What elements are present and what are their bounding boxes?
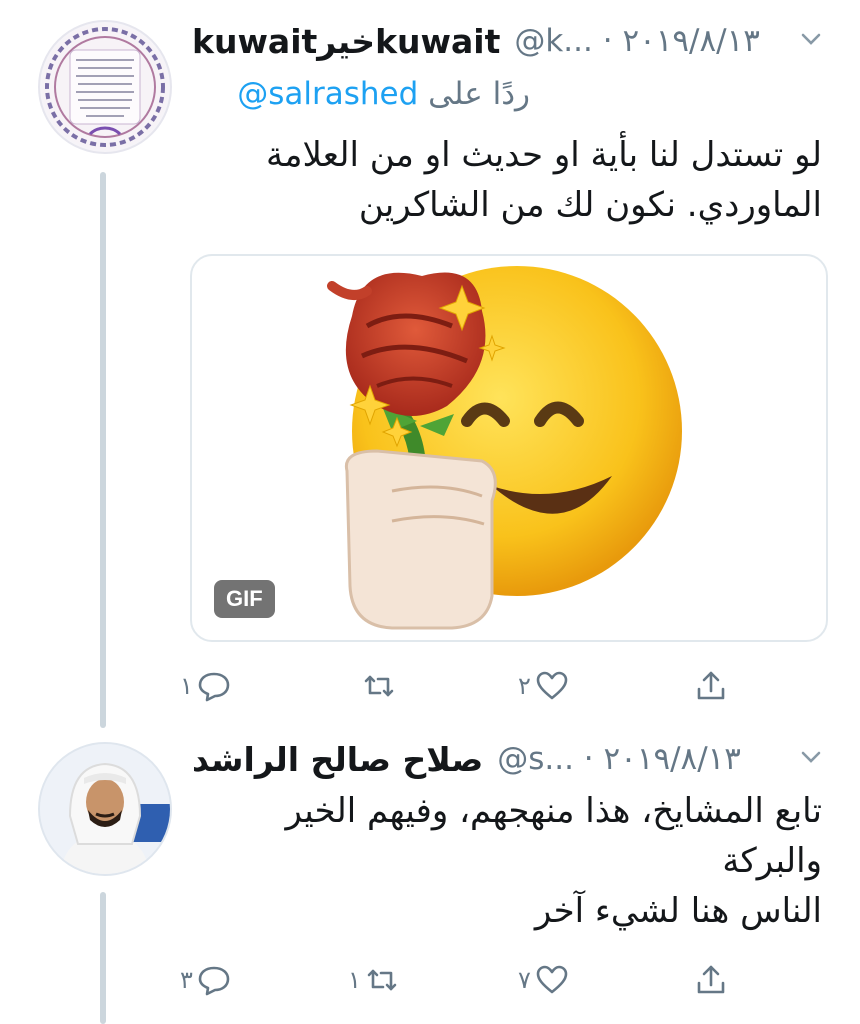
share-button[interactable]	[694, 666, 728, 706]
avatar[interactable]	[38, 742, 172, 876]
speech-bubble-icon	[197, 669, 231, 703]
tweet-text-line: الماوردي. نكون لك من الشاكرين	[358, 185, 822, 225]
tweet-header: kuwaitخيرkuwait @k... · ٢٠١٩/٨/١٣	[192, 18, 760, 64]
like-count: ٢	[518, 672, 531, 700]
author-name[interactable]: kuwaitخيرkuwait	[192, 22, 500, 61]
tweet-text-line: لو تستدل لنا بأية او حديث او من العلامة	[266, 135, 822, 175]
heart-icon	[535, 963, 569, 997]
chevron-down-icon[interactable]	[798, 26, 824, 56]
like-button[interactable]: ٧	[518, 960, 569, 1000]
reply-to-handle[interactable]: @salrashed	[237, 76, 418, 112]
share-button[interactable]	[694, 960, 728, 1000]
retweet-button[interactable]: ١	[348, 960, 399, 1000]
tweet-actions: ٣ ١ ٧	[180, 960, 760, 1000]
handle-and-date: @k... · ٢٠١٩/٨/١٣	[514, 23, 760, 59]
emoji-with-rose-image	[327, 266, 682, 630]
tweet-header: صلاح صالح الراشد @s... · ٢٠١٩/٨/١٣	[192, 736, 741, 782]
gif-badge: GIF	[214, 580, 275, 618]
author-name[interactable]: صلاح صالح الراشد	[192, 740, 483, 779]
calligraphy-avatar-image	[42, 24, 168, 150]
retweet-arrows-icon	[365, 963, 399, 997]
tweet-actions: ١ ٢	[180, 666, 760, 706]
reply-count: ٣	[180, 966, 193, 994]
reply-to-line: ردًا على @salrashed	[237, 76, 530, 112]
retweet-count: ١	[348, 966, 361, 994]
tweet-1[interactable]: kuwaitخيرkuwait @k... · ٢٠١٩/٨/١٣ ردًا ع…	[0, 0, 860, 728]
tweet-2[interactable]: صلاح صالح الراشد @s... · ٢٠١٩/٨/١٣ تابع …	[0, 728, 860, 1024]
reply-button[interactable]: ٣	[180, 960, 231, 1000]
tweet-text-line: والبركة	[722, 841, 822, 881]
avatar[interactable]	[38, 20, 172, 154]
tweet-text: تابع المشايخ، هذا منهجهم، وفيهم الخير وا…	[202, 786, 822, 936]
profile-photo	[40, 744, 170, 874]
reply-count: ١	[180, 672, 193, 700]
chevron-down-icon[interactable]	[798, 744, 824, 774]
share-upload-icon	[694, 669, 728, 703]
like-button[interactable]: ٢	[518, 666, 569, 706]
retweet-button[interactable]	[358, 666, 396, 706]
tweet-text-line: تابع المشايخ، هذا منهجهم، وفيهم الخير	[285, 791, 822, 831]
share-upload-icon	[694, 963, 728, 997]
like-count: ٧	[518, 966, 531, 994]
tweet-text-line: الناس هنا لشيء آخر	[534, 891, 822, 931]
gif-media[interactable]: GIF	[190, 254, 828, 642]
reply-button[interactable]: ١	[180, 666, 231, 706]
tweet-text: لو تستدل لنا بأية او حديث او من العلامة …	[202, 130, 822, 230]
handle-and-date: @s... · ٢٠١٩/٨/١٣	[497, 741, 741, 777]
retweet-arrows-icon	[362, 669, 396, 703]
speech-bubble-icon	[197, 963, 231, 997]
reply-to-label: ردًا على	[428, 76, 530, 112]
heart-icon	[535, 669, 569, 703]
